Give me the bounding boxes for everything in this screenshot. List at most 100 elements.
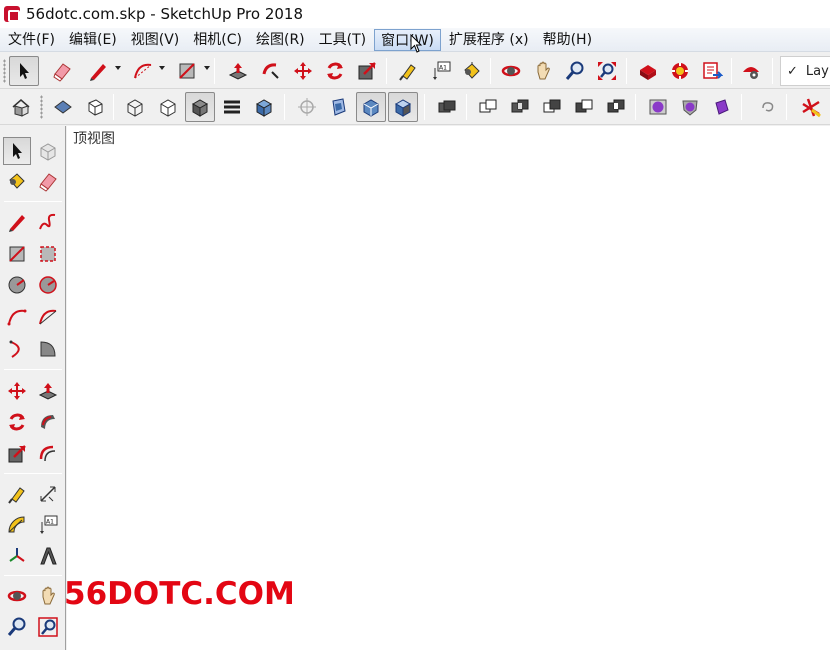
sandbox-button[interactable]: [796, 92, 826, 122]
move-button[interactable]: [3, 377, 31, 405]
paint-bucket-button[interactable]: [3, 167, 31, 195]
eraser-tool-button[interactable]: [47, 56, 77, 86]
menu-draw[interactable]: 绘图(R): [250, 29, 311, 51]
push-pull-icon: [228, 63, 248, 80]
paint-bucket-tool-button[interactable]: [457, 56, 487, 86]
menu-view[interactable]: 视图(V): [125, 29, 186, 51]
pan-button[interactable]: [34, 582, 62, 610]
select-tool-button[interactable]: [3, 137, 31, 165]
arc-dropdown-chevron-down-icon[interactable]: [159, 66, 165, 70]
menu-edit[interactable]: 编辑(E): [63, 29, 123, 51]
line-button[interactable]: [3, 208, 31, 236]
toolbar-separator: [284, 94, 285, 120]
menu-file[interactable]: 文件(F): [2, 29, 61, 51]
line-tool-button[interactable]: [83, 56, 113, 86]
pan-tool-button[interactable]: [528, 56, 558, 86]
rectangle-button[interactable]: [3, 240, 31, 268]
styles-button-3[interactable]: [707, 92, 737, 122]
axes-button[interactable]: [3, 542, 31, 570]
solid-intersect-button[interactable]: [505, 92, 535, 122]
three-point-arc-button[interactable]: [3, 335, 31, 363]
toolbar-grip[interactable]: [3, 59, 6, 83]
scale-tool-button[interactable]: [352, 56, 382, 86]
rotate-button[interactable]: [3, 408, 31, 436]
arc-tool-button[interactable]: [128, 56, 158, 86]
extension-warehouse-button[interactable]: [665, 56, 695, 86]
move-tool-button[interactable]: [288, 56, 318, 86]
layers-panel-tab[interactable]: ✓ Lay: [780, 56, 830, 86]
offset-button[interactable]: [34, 440, 62, 468]
textured-style-button[interactable]: [249, 92, 279, 122]
follow-me-button[interactable]: [34, 408, 62, 436]
line-dropdown-chevron-down-icon[interactable]: [115, 66, 121, 70]
orbit-button[interactable]: [3, 582, 31, 610]
xray-cube-icon: [127, 99, 143, 117]
menu-camera[interactable]: 相机(C): [187, 29, 248, 51]
zoom-tool-button[interactable]: [560, 56, 590, 86]
iso-view-button[interactable]: [6, 92, 36, 122]
pie-button[interactable]: [34, 335, 62, 363]
menu-window[interactable]: 窗口(W): [374, 28, 441, 51]
dimension-button[interactable]: [34, 480, 62, 508]
top-view-button[interactable]: [48, 92, 78, 122]
zoom-extents-tool-button[interactable]: [592, 56, 622, 86]
zoom-button[interactable]: [3, 613, 31, 641]
menu-extensions[interactable]: 扩展程序 (x): [443, 29, 535, 51]
toolbar-separator: [466, 94, 467, 120]
pan-hand-icon: [42, 586, 55, 605]
two-point-arc-button[interactable]: [34, 303, 62, 331]
circle-button[interactable]: [3, 271, 31, 299]
rectangle-dropdown-chevron-down-icon[interactable]: [204, 66, 210, 70]
shaded-style-button[interactable]: [185, 92, 215, 122]
solid-trim-button[interactable]: [569, 92, 599, 122]
tape-measure-tool-button[interactable]: [393, 56, 423, 86]
rotate-tool-button[interactable]: [320, 56, 350, 86]
outer-shell-button[interactable]: [432, 92, 462, 122]
send-to-layout-button[interactable]: [697, 56, 727, 86]
freehand-button[interactable]: [34, 208, 62, 236]
protractor-icon: [8, 516, 25, 533]
protractor-button[interactable]: [3, 511, 31, 539]
front-view-button[interactable]: [80, 92, 110, 122]
rectangle-tool-button[interactable]: [172, 56, 202, 86]
section-display-button[interactable]: [356, 92, 386, 122]
pencil-icon: [90, 64, 106, 81]
tape-measure-button[interactable]: [3, 480, 31, 508]
extension-manager-button[interactable]: [736, 56, 766, 86]
text-button[interactable]: A1: [34, 511, 62, 539]
section-cuts-button[interactable]: [388, 92, 418, 122]
toolbar-grip[interactable]: [40, 95, 43, 119]
3d-warehouse-button[interactable]: [633, 56, 663, 86]
follow-me-tool-button[interactable]: [256, 56, 286, 86]
monochrome-style-button[interactable]: [217, 92, 247, 122]
xray-style-button[interactable]: [120, 92, 150, 122]
arc-button[interactable]: [3, 303, 31, 331]
rotated-rectangle-button[interactable]: [34, 240, 62, 268]
push-pull-button[interactable]: [34, 377, 62, 405]
solid-split-button[interactable]: [601, 92, 631, 122]
position-camera-button[interactable]: [292, 92, 322, 122]
polygon-button[interactable]: [34, 271, 62, 299]
toolbar-separator: [113, 94, 114, 120]
text-tool-button[interactable]: A1: [426, 56, 456, 86]
make-component-button[interactable]: [34, 137, 62, 165]
menu-help[interactable]: 帮助(H): [537, 29, 598, 51]
select-tool-button[interactable]: [9, 56, 39, 86]
orbit-tool-button[interactable]: [496, 56, 526, 86]
dimension-icon: [40, 486, 56, 502]
scale-button[interactable]: [3, 440, 31, 468]
eraser-button[interactable]: [34, 167, 62, 195]
wireframe-style-button[interactable]: [153, 92, 183, 122]
zoom-window-button[interactable]: [34, 613, 62, 641]
push-pull-tool-button[interactable]: [223, 56, 253, 86]
undo-style-button[interactable]: [753, 92, 783, 122]
section-plane-button[interactable]: [324, 92, 354, 122]
solid-subtract-button[interactable]: [537, 92, 567, 122]
menu-tools[interactable]: 工具(T): [313, 29, 372, 51]
styles-button-2[interactable]: [675, 92, 705, 122]
follow-me-icon: [262, 63, 279, 79]
3d-text-button[interactable]: [34, 542, 62, 570]
styles-button-1[interactable]: [643, 92, 673, 122]
drawing-canvas[interactable]: 顶视图: [67, 126, 830, 650]
solid-union-button[interactable]: [473, 92, 503, 122]
